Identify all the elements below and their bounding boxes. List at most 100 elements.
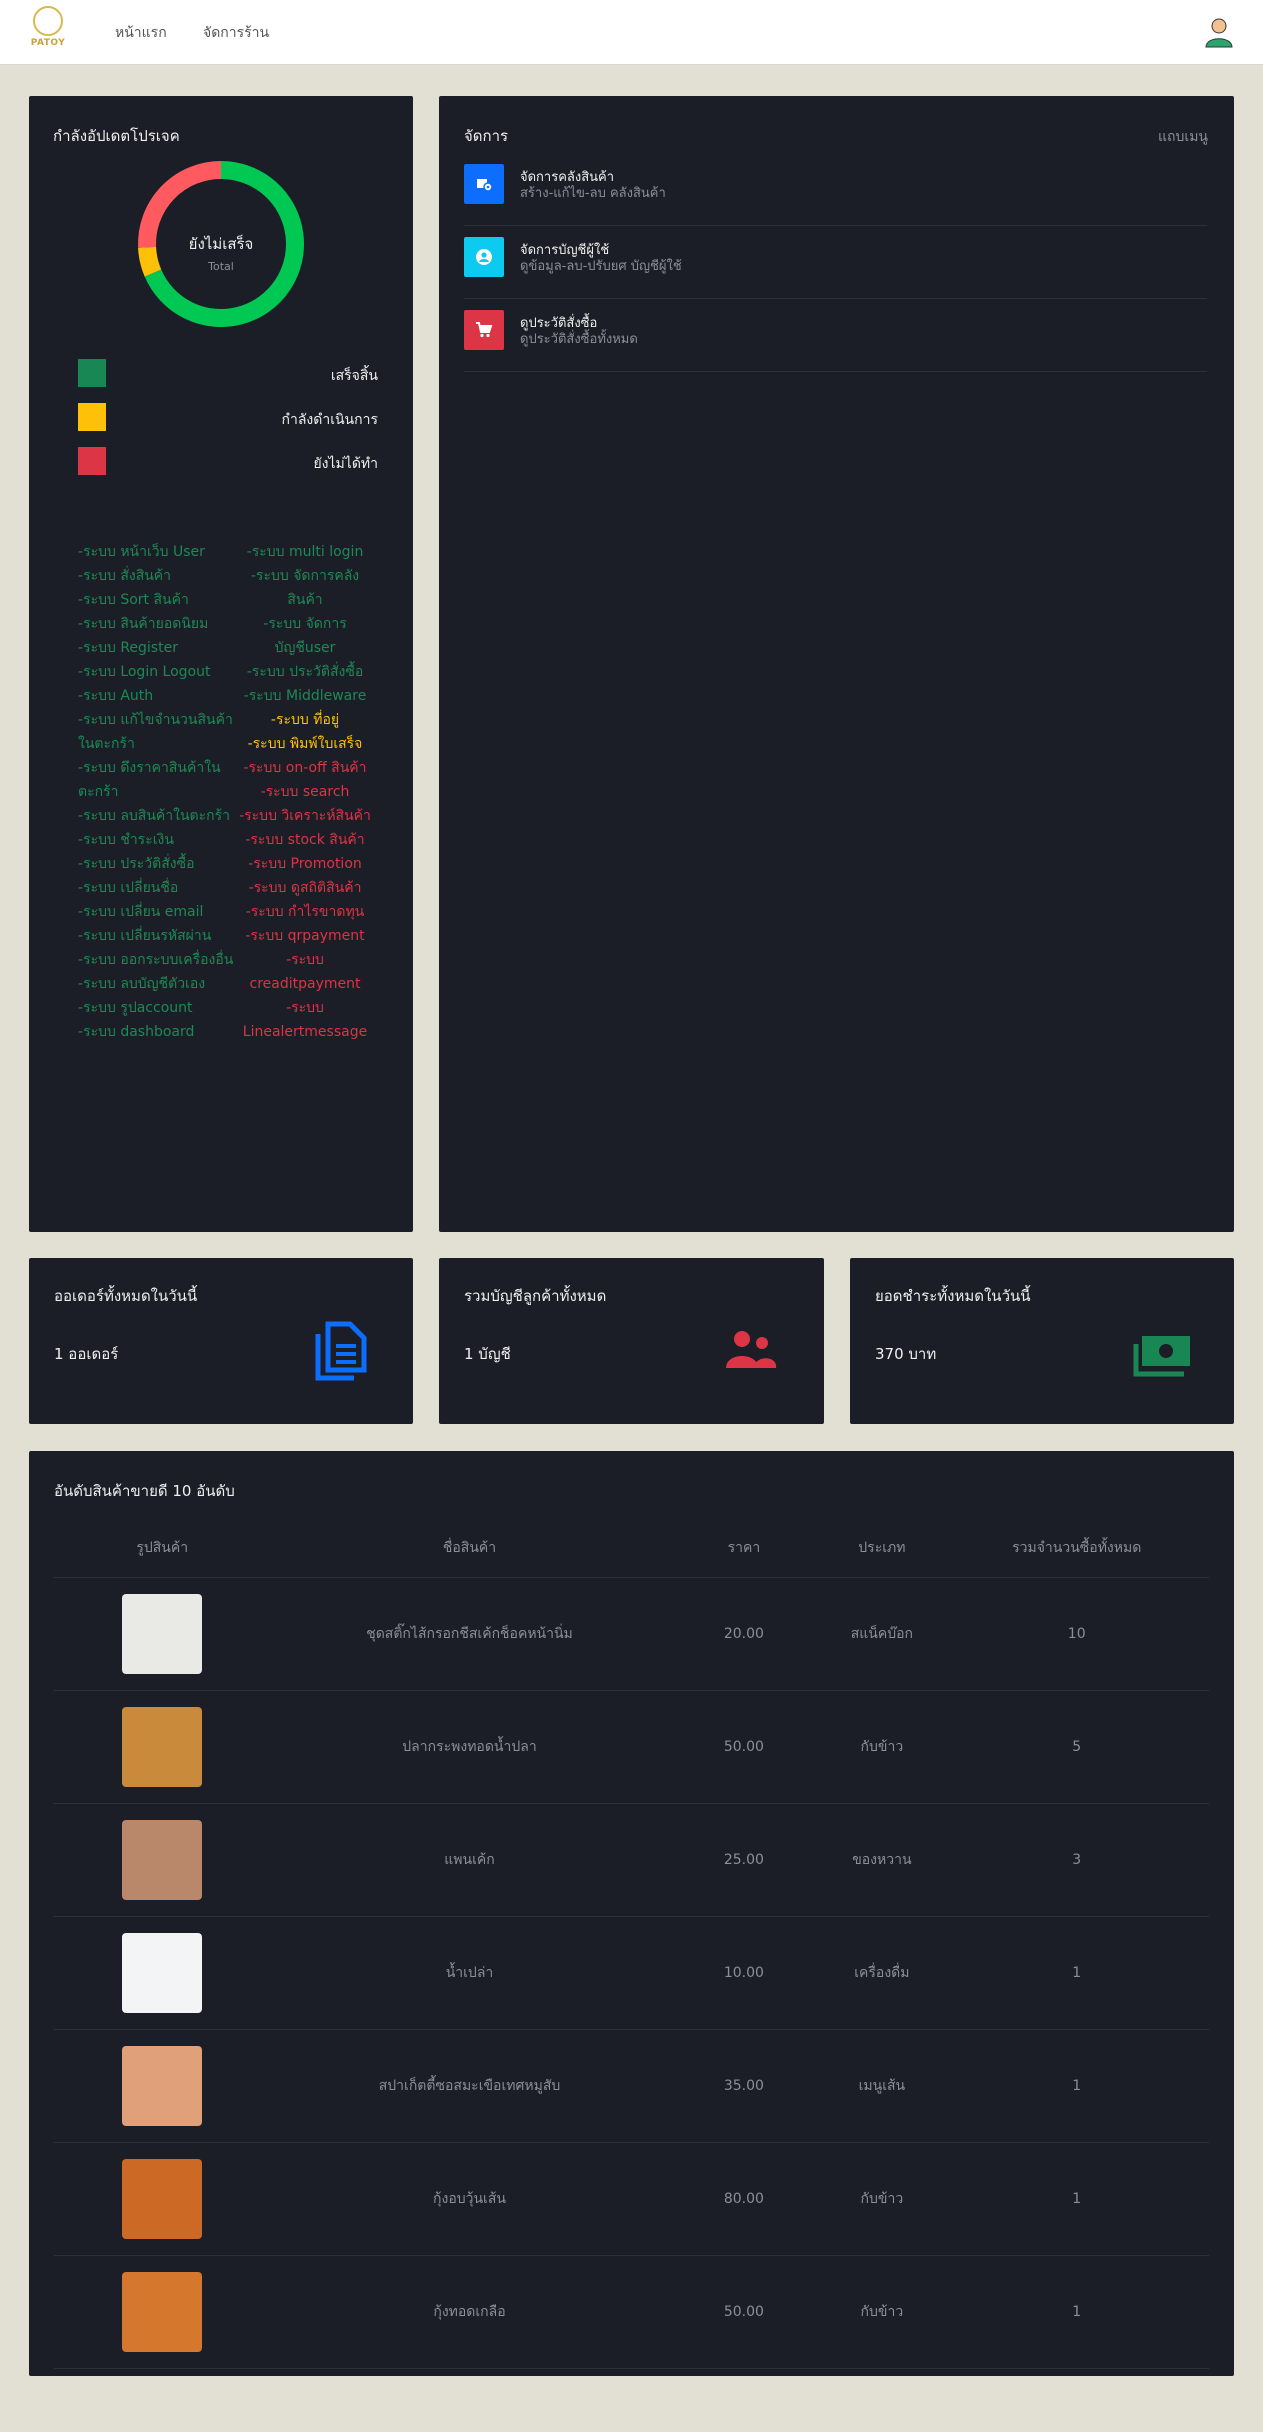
feature-item: -ระบบ เปลี่ยนชื่อ xyxy=(78,880,179,896)
feature-item: -ระบบ พิมพ์ใบเสร็จ xyxy=(247,736,363,752)
user-avatar-icon[interactable] xyxy=(1204,16,1234,48)
legend-item-not-done: ยังไม่ได้ทำ xyxy=(78,447,378,477)
progress-donut-chart: ยังไม่เสร็จ Total xyxy=(138,161,304,327)
product-image-cell xyxy=(54,2142,271,2256)
feature-item: -ระบบ ดูสถิติสินค้า xyxy=(248,880,362,896)
legend-swatch-not-done xyxy=(78,447,106,475)
feature-item: -ระบบ on-off สินค้า xyxy=(243,760,367,776)
product-total-qty: 1 xyxy=(944,1916,1209,2030)
manage-item-order-history-subtitle: ดูประวัติสั่งซื้อทั้งหมด xyxy=(520,332,638,347)
product-type: กับข้าว xyxy=(819,1690,945,1804)
product-thumbnail xyxy=(122,2272,203,2352)
feature-item: -ระบบ เปลี่ยน email xyxy=(78,904,204,920)
product-name: สปาเก็ตตี้ซอสมะเขือเทศหมูสับ xyxy=(270,2029,669,2143)
feature-item: -ระบบ จัดการคลังสินค้า xyxy=(250,568,360,608)
stat-value-orders: 1 ออเดอร์ xyxy=(54,1345,119,1363)
product-name: ชุดสติ๊กไส้กรอกชีสเค้กช็อคหน้านิ่ม xyxy=(270,1577,669,1691)
feature-item: -ระบบ ออกระบบเครื่องอื่น xyxy=(78,952,234,968)
manage-item-order-history[interactable]: ดูประวัติสั่งซื้อ ดูประวัติสั่งซื้อทั้งห… xyxy=(464,298,1207,372)
feature-item: -ระบบ ที่อยู่ xyxy=(270,712,340,728)
legend-label-in-progress: กำลังดำเนินการ xyxy=(281,412,379,428)
product-price: 50.00 xyxy=(668,2255,820,2369)
product-name: น้ำเปล่า xyxy=(270,1916,669,2030)
feature-item: -ระบบ แก้ไขจำนวนสินค้าในตะกร้า xyxy=(78,712,233,752)
stat-value-accounts: 1 บัญชี xyxy=(464,1345,511,1363)
product-thumbnail xyxy=(122,2046,203,2126)
product-total-qty: 1 xyxy=(944,2255,1209,2369)
feature-item: -ระบบ Middleware xyxy=(243,688,367,704)
stat-value-payments: 370 บาท xyxy=(875,1345,937,1363)
donut-slice xyxy=(138,246,162,277)
legend-swatch-done xyxy=(78,359,106,387)
product-name: แพนเค้ก xyxy=(270,1803,669,1917)
feature-item: -ระบบ Linealertmessage xyxy=(242,1000,368,1040)
money-icon xyxy=(1133,1336,1190,1377)
product-price: 10.00 xyxy=(668,1916,820,2030)
stat-card-payments-today: ยอดชำระทั้งหมดในวันนี้ 370 บาท xyxy=(850,1258,1234,1424)
project-progress-card: กำลังอัปเดตโปรเจค ยังไม่เสร็จ Total เสร็… xyxy=(29,96,413,1232)
product-name: ปลากระพงทอดน้ำปลา xyxy=(270,1690,669,1804)
product-name: กุ้งอบวุ้นเส้น xyxy=(270,2142,669,2256)
brand-name: PATOY xyxy=(30,38,66,48)
product-type: ของหวาน xyxy=(819,1803,945,1917)
feature-list-right: -ระบบ multi login -ระบบ จัดการคลังสินค้า -… xyxy=(239,540,371,1044)
table-row: ชุดสติ๊กไส้กรอกชีสเค้กช็อคหน้านิ่ม 20.00 ส… xyxy=(54,1577,1209,1691)
top-products-table-body: ชุดสติ๊กไส้กรอกชีสเค้กช็อคหน้านิ่ม 20.00 ส… xyxy=(54,1577,1209,2369)
product-total-qty: 3 xyxy=(944,1803,1209,1917)
feature-item: -ระบบ qrpayment xyxy=(245,928,365,944)
legend-item-in-progress: กำลังดำเนินการ xyxy=(78,403,378,433)
menu-toggle-link[interactable]: แถบเมนู xyxy=(1158,126,1208,148)
feature-item: -ระบบ จัดการบัญชีuser xyxy=(263,616,347,656)
product-type: กับข้าว xyxy=(819,2255,945,2369)
product-image-cell xyxy=(54,1803,271,1917)
legend-label-done: เสร็จสิ้น xyxy=(330,368,378,384)
product-thumbnail xyxy=(122,2159,203,2239)
feature-item: -ระบบ dashboard xyxy=(78,1024,195,1040)
cart-icon xyxy=(464,310,504,350)
top-products-title: อันดับสินค้าขายดี 10 อันดับ xyxy=(54,1482,235,1500)
feature-item: -ระบบ ลบสินค้าในตะกร้า xyxy=(78,808,230,824)
product-name: กุ้งทอดเกลือ xyxy=(270,2255,669,2369)
product-total-qty: 1 xyxy=(944,2142,1209,2256)
product-thumbnail xyxy=(122,1594,203,1674)
feature-item: -ระบบ ลบบัญชีตัวเอง xyxy=(78,976,206,992)
column-header-image: รูปสินค้า xyxy=(54,1519,271,1578)
document-icon xyxy=(315,1321,367,1381)
product-type: เมนูเส้น xyxy=(819,2029,945,2143)
feature-list-left: -ระบบ หน้าเว็บ User -ระบบ สั่งสินค้า -ระบบ… xyxy=(78,540,238,1044)
product-type: เครื่องดื่ม xyxy=(819,1916,945,2030)
product-type: สแน็คบ๊อก xyxy=(819,1577,945,1691)
feature-item: -ระบบ วิเคราะห์สินค้า xyxy=(239,808,371,824)
product-price: 80.00 xyxy=(668,2142,820,2256)
feature-item: -ระบบ กำไรขาดทุน xyxy=(245,904,365,920)
feature-item: -ระบบ สั่งสินค้า xyxy=(78,568,172,584)
manage-item-accounts[interactable]: จัดการบัญชีผู้ใช้ ดูข้อมูล-ลบ-ปรับยศ บัญ… xyxy=(464,225,1207,299)
product-thumbnail xyxy=(122,1707,203,1787)
manage-item-inventory-subtitle: สร้าง-แก้ไข-ลบ คลังสินค้า xyxy=(520,186,666,201)
stat-card-accounts: รวมบัญชีลูกค้าทั้งหมด 1 บัญชี xyxy=(439,1258,824,1424)
feature-item: -ระบบ Auth xyxy=(78,688,154,704)
product-image-cell xyxy=(54,2255,271,2369)
feature-item: -ระบบ รูปaccount xyxy=(78,1000,193,1016)
feature-item: -ระบบ ชำระเงิน xyxy=(78,832,174,848)
table-header-row: รูปสินค้า ชื่อสินค้า ราคา ประเภท รวมจำนว… xyxy=(54,1519,1209,1578)
top-navbar: PATOY หน้าแรก จัดการร้าน xyxy=(0,0,1263,65)
manage-item-inventory[interactable]: จัดการคลังสินค้า สร้าง-แก้ไข-ลบ คลังสินค… xyxy=(464,152,1207,226)
column-header-type: ประเภท xyxy=(819,1519,945,1578)
user-circle-icon xyxy=(464,237,504,277)
feature-item: -ระบบ ประวัติสั่งซื้อ xyxy=(246,664,364,680)
top-products-table: รูปสินค้า ชื่อสินค้า ราคา ประเภท รวมจำนว… xyxy=(54,1519,1209,2369)
stat-card-orders-today: ออเดอร์ทั้งหมดในวันนี้ 1 ออเดอร์ xyxy=(29,1258,413,1424)
nav-link-home[interactable]: หน้าแรก xyxy=(115,22,167,44)
table-row: น้ำเปล่า 10.00 เครื่องดื่ม 1 xyxy=(54,1916,1209,2030)
product-price: 20.00 xyxy=(668,1577,820,1691)
stat-title-accounts: รวมบัญชีลูกค้าทั้งหมด xyxy=(464,1287,607,1305)
column-header-total-qty: รวมจำนวนซื้อทั้งหมด xyxy=(944,1519,1209,1578)
donut-center-label: ยังไม่เสร็จ xyxy=(189,234,254,253)
product-image-cell xyxy=(54,1690,271,1804)
table-row: ปลากระพงทอดน้ำปลา 50.00 กับข้าว 5 xyxy=(54,1690,1209,1804)
manage-card: จัดการ แถบเมนู จัดการคลังสินค้า สร้าง-แก… xyxy=(439,96,1234,1232)
feature-item: -ระบบ creaditpayment xyxy=(249,952,361,992)
brand-logo[interactable]: PATOY xyxy=(28,6,68,52)
nav-link-manage-store[interactable]: จัดการร้าน xyxy=(203,22,269,44)
